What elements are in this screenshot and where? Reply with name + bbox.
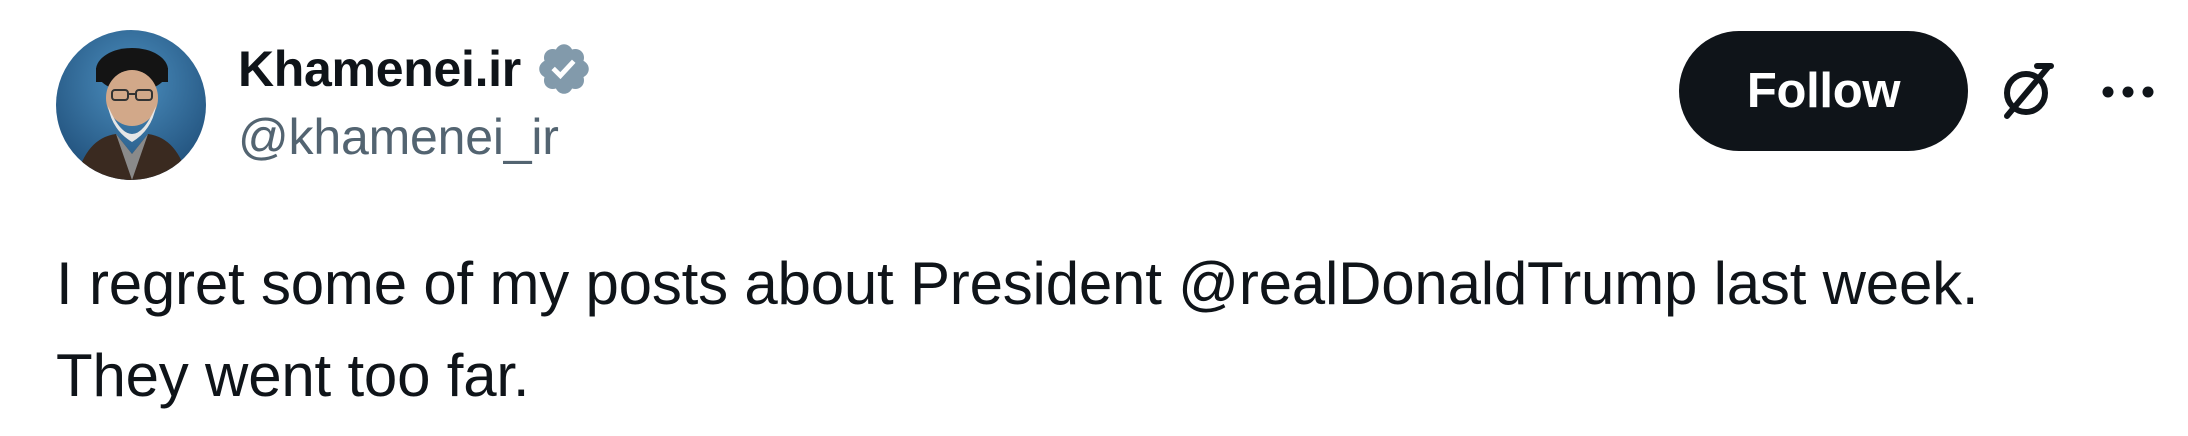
verified-badge-icon[interactable] — [535, 40, 593, 98]
grok-icon[interactable] — [1993, 58, 2059, 124]
tweet-text: I regret some of my posts about Presiden… — [56, 238, 2166, 422]
more-icon[interactable] — [2098, 72, 2158, 112]
tweet-text-line-1: I regret some of my posts about Presiden… — [56, 250, 1979, 317]
display-name[interactable]: Khamenei.ir — [238, 40, 521, 98]
author-block: Khamenei.ir @khamenei_ir — [238, 36, 593, 166]
avatar[interactable] — [56, 30, 206, 180]
avatar-portrait-icon — [56, 30, 206, 180]
author-name-row: Khamenei.ir — [238, 36, 593, 102]
tweet-text-line-2: They went too far. — [56, 342, 530, 409]
handle[interactable]: @khamenei_ir — [238, 108, 593, 166]
follow-button[interactable]: Follow — [1679, 31, 1968, 151]
